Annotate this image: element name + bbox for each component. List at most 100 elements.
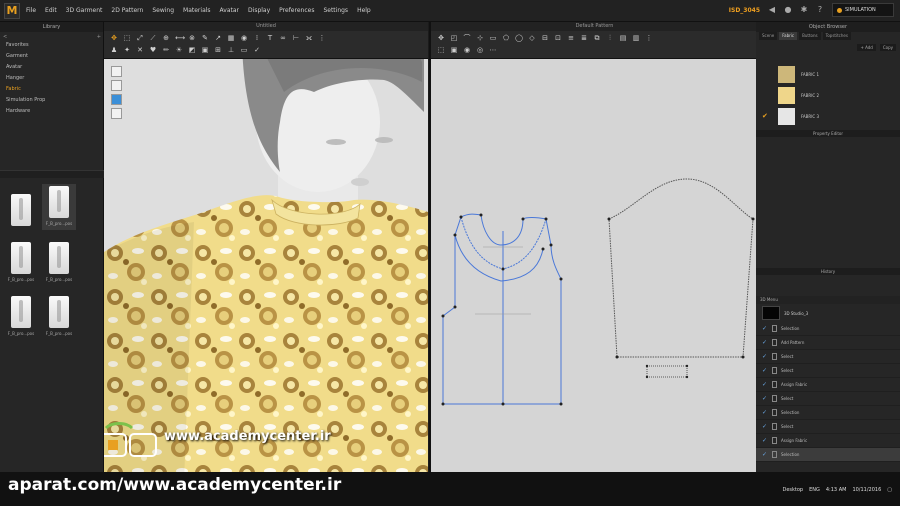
transform-icon[interactable]: ⤢ — [136, 34, 144, 42]
notification-icon[interactable]: ▢ — [887, 487, 892, 493]
pin-icon[interactable]: ⊕ — [162, 34, 170, 42]
history-row[interactable]: ✓ Select — [756, 392, 900, 406]
pattern-canvas[interactable] — [431, 59, 758, 472]
history-row[interactable]: ✓ Selection — [756, 406, 900, 420]
tab-fabric[interactable]: Fabric — [779, 32, 798, 40]
3d-garment-window[interactable]: Untitled ✥ ⬚ ⤢ ⟋ ⊕ ⟷ ⊗ ✎ ↗ ▦ ◉ ⁞ T ∞ ⊢ ⟗… — [104, 22, 428, 472]
grade-icon[interactable]: ▥ — [632, 34, 640, 42]
topstitch-icon[interactable]: ⋯ — [489, 46, 497, 54]
language-label[interactable]: ENG — [809, 487, 820, 493]
heart-icon[interactable]: ♥ — [149, 46, 157, 54]
edit-point-icon[interactable]: ◰ — [450, 34, 458, 42]
pleat-icon[interactable]: ▤ — [619, 34, 627, 42]
more-icon[interactable]: ⋮ — [318, 34, 326, 42]
measure-icon[interactable]: ⟷ — [175, 34, 185, 42]
display-icon[interactable]: ▭ — [240, 46, 248, 54]
fabric-item[interactable]: FABRIC 2 — [762, 85, 896, 105]
library-thumbnail[interactable]: F_B_pro...pos — [42, 184, 76, 230]
texture-view-icon[interactable] — [111, 94, 122, 105]
library-thumbnail[interactable]: F_B_pro...pos — [42, 240, 76, 286]
brush-icon[interactable]: ✏ — [162, 46, 170, 54]
tape-icon[interactable]: ⊗ — [188, 34, 196, 42]
library-item-garment[interactable]: Garment — [0, 51, 104, 62]
menu-avatar[interactable]: Avatar — [220, 7, 239, 14]
rectangle-icon[interactable]: ▭ — [489, 34, 497, 42]
zipper-icon[interactable]: ⁞ — [253, 34, 261, 42]
tab-topstitches[interactable]: Topstitches — [822, 32, 851, 40]
free-sewing-icon[interactable]: ≣ — [580, 34, 588, 42]
graphic-icon[interactable]: ▣ — [450, 46, 458, 54]
symmetry-icon[interactable]: ⟗ — [305, 34, 313, 42]
history-row[interactable]: ✓ Assign Fabric — [756, 434, 900, 448]
menu-3d-garment[interactable]: 3D Garment — [66, 7, 103, 14]
desktop-label[interactable]: Desktop — [782, 487, 803, 493]
tab-buttons[interactable]: Buttons — [799, 32, 821, 40]
library-item-favorites[interactable]: Favorites — [0, 40, 104, 51]
fabric-item[interactable]: ✔ FABRIC 3 — [762, 106, 896, 126]
render-view-icon[interactable] — [111, 108, 122, 119]
more-2d-icon[interactable]: ⋮ — [645, 34, 653, 42]
fold-icon[interactable]: ⟋ — [149, 34, 157, 42]
ruler-icon[interactable]: ⊢ — [292, 34, 300, 42]
garment-view-icon[interactable] — [111, 80, 122, 91]
help-icon[interactable]: ? — [816, 6, 824, 14]
button-icon[interactable]: ◉ — [240, 34, 248, 42]
library-item-simulation-prop[interactable]: Simulation Prop — [0, 95, 104, 106]
menu-edit[interactable]: Edit — [45, 7, 57, 14]
history-object[interactable]: 3D Studio_3 — [756, 304, 900, 322]
library-thumbnail[interactable]: F_B_pro...pos — [4, 294, 38, 340]
tab-scene[interactable]: Scene — [759, 32, 778, 40]
menu-materials[interactable]: Materials — [183, 7, 211, 14]
text-icon[interactable]: T — [266, 34, 274, 42]
stitch-icon[interactable]: ⫶ — [606, 34, 614, 42]
copy-fabric-button[interactable]: Copy — [879, 44, 896, 51]
library-thumbnail[interactable] — [4, 192, 38, 238]
2d-pattern-window[interactable]: Default Pattern ✥ ◰ ⌒ ⊹ ▭ ⬠ ◯ ◇ ⊟ ⊡ ≡ ≣ … — [429, 22, 758, 472]
grid-icon[interactable]: ⊞ — [214, 46, 222, 54]
button-2d-icon[interactable]: ◉ — [463, 46, 471, 54]
fabric-icon[interactable]: ▦ — [227, 34, 235, 42]
history-row[interactable]: ✓ Select — [756, 364, 900, 378]
bell-icon[interactable]: ● — [784, 6, 792, 14]
arrangement-icon[interactable]: ✦ — [123, 46, 131, 54]
fold-sewing-icon[interactable]: ⧉ — [593, 34, 601, 42]
edit-texture-icon[interactable]: ⬚ — [437, 46, 445, 54]
arrow-icon[interactable]: ↗ — [214, 34, 222, 42]
simulation-button[interactable]: SIMULATION — [832, 3, 894, 17]
history-row[interactable]: ✓ Add Pattern — [756, 336, 900, 350]
menu-sewing[interactable]: Sewing — [152, 7, 174, 14]
camera-icon[interactable]: ◩ — [188, 46, 196, 54]
history-row[interactable]: ✓ Selection — [756, 322, 900, 336]
add-point-icon[interactable]: ⊹ — [476, 34, 484, 42]
menu-help[interactable]: Help — [357, 7, 371, 14]
menu-settings[interactable]: Settings — [323, 7, 348, 14]
transform-pattern-icon[interactable]: ✥ — [437, 34, 445, 42]
volume-icon[interactable]: ◀ — [768, 6, 776, 14]
history-row[interactable]: ✓ Assign Fabric — [756, 378, 900, 392]
library-item-avatar[interactable]: Avatar — [0, 62, 104, 73]
dart-icon[interactable]: ◇ — [528, 34, 536, 42]
history-row[interactable]: ✓ Select — [756, 350, 900, 364]
library-item-hanger[interactable]: Hanger — [0, 73, 104, 84]
tack-icon[interactable]: ✕ — [136, 46, 144, 54]
library-item-fabric[interactable]: Fabric — [0, 84, 104, 95]
trace-icon[interactable]: ⊡ — [554, 34, 562, 42]
avatar-icon[interactable]: ♟ — [110, 46, 118, 54]
menu-display[interactable]: Display — [248, 7, 270, 14]
gear-icon[interactable]: ✱ — [800, 6, 808, 14]
buttonhole-icon[interactable]: ◎ — [476, 46, 484, 54]
library-thumbnail[interactable]: F_B_pro...pos — [4, 240, 38, 286]
history-row[interactable]: ✓ Select — [756, 420, 900, 434]
check-icon[interactable]: ✓ — [253, 46, 261, 54]
axis-icon[interactable]: ⊥ — [227, 46, 235, 54]
fabric-item[interactable]: FABRIC 1 — [762, 64, 896, 84]
history-row-selected[interactable]: ✓ Selection — [756, 448, 900, 462]
segment-sewing-icon[interactable]: ≡ — [567, 34, 575, 42]
edit-curve-icon[interactable]: ⌒ — [463, 34, 471, 42]
avatar-view-icon[interactable] — [111, 66, 122, 77]
menu-preferences[interactable]: Preferences — [279, 7, 314, 14]
link-icon[interactable]: ∞ — [279, 34, 287, 42]
circle-icon[interactable]: ◯ — [515, 34, 523, 42]
pen-icon[interactable]: ✎ — [201, 34, 209, 42]
menu-file[interactable]: File — [26, 7, 36, 14]
